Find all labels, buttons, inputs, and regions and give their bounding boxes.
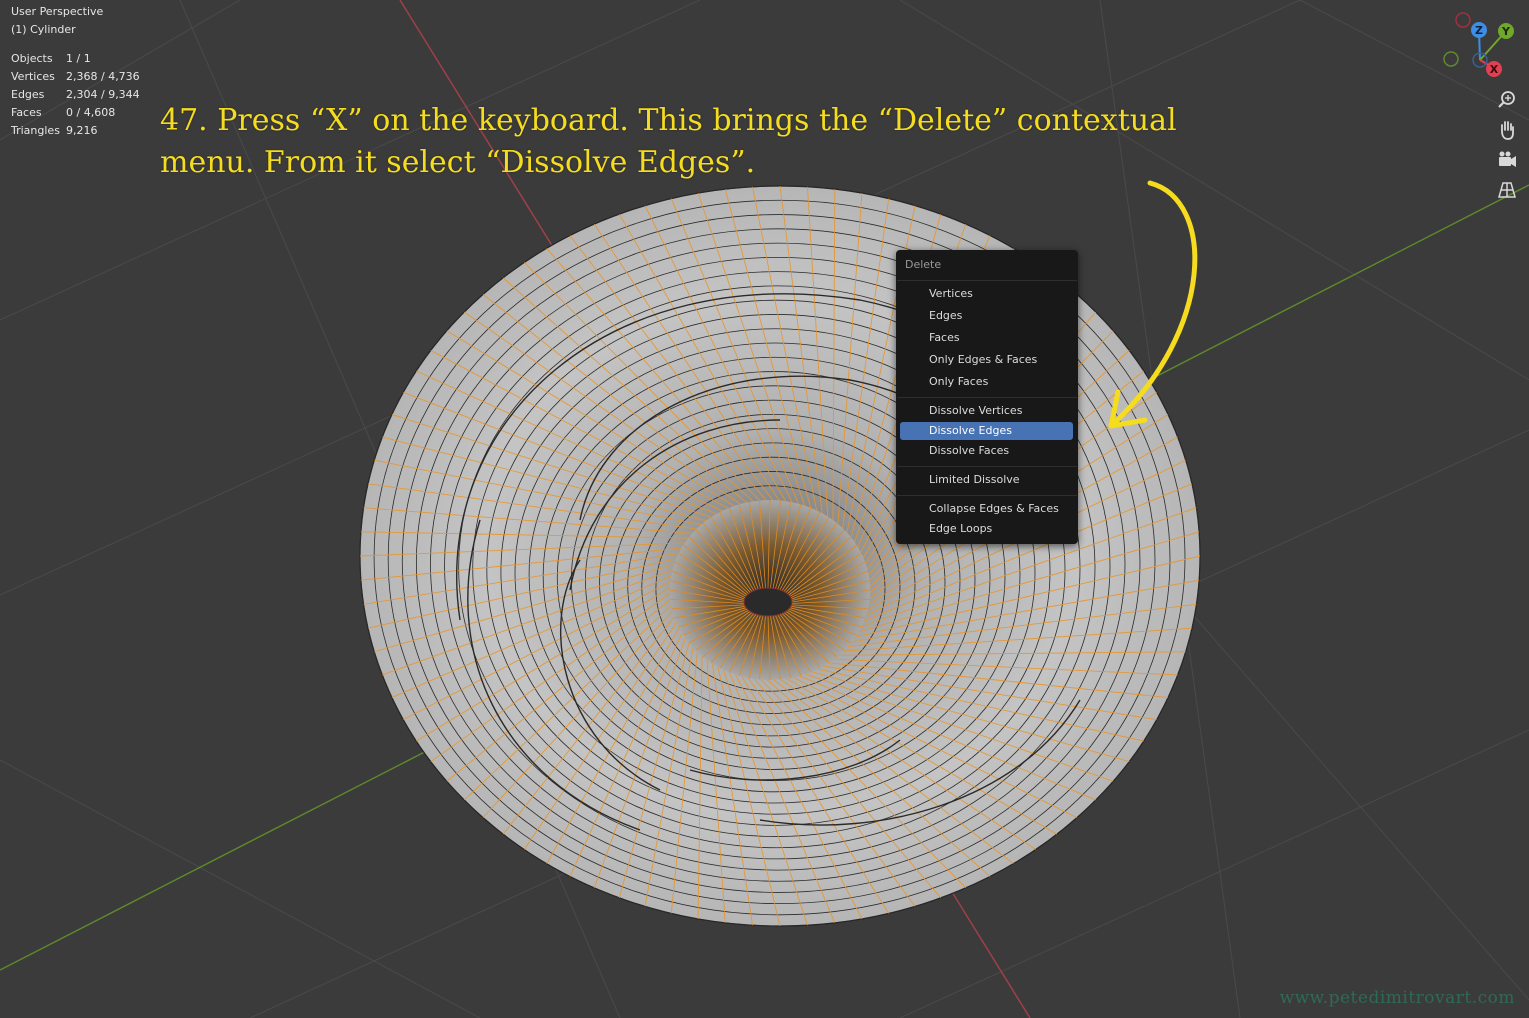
delete-context-menu[interactable]: Delete Vertices Edges Faces Only Edges &… — [896, 250, 1078, 544]
stat-row: Edges 2,304 / 9,344 — [11, 86, 140, 104]
menu-item-dissolve-vertices[interactable]: Dissolve Vertices — [900, 402, 1073, 420]
stat-row: Triangles 9,216 — [11, 122, 140, 140]
stat-value: 2,368 / 4,736 — [66, 70, 140, 83]
stat-value: 9,216 — [66, 124, 98, 137]
stat-value: 1 / 1 — [66, 52, 91, 65]
hand-pan-icon — [1501, 121, 1514, 140]
stat-row: Objects 1 / 1 — [11, 50, 140, 68]
stat-label: Objects — [11, 52, 53, 65]
stat-label: Triangles — [11, 124, 60, 137]
view-mode-label: User Perspective — [11, 5, 104, 18]
viewport-info: User Perspective (1) Cylinder — [11, 3, 103, 39]
menu-item-faces[interactable]: Faces — [900, 329, 1073, 347]
stat-row: Faces 0 / 4,608 — [11, 104, 140, 122]
neg-y-axis-handle[interactable] — [1443, 51, 1459, 67]
tutorial-line-2: menu. From it select “Dissolve Edges”. — [160, 145, 756, 180]
menu-separator — [897, 495, 1077, 496]
zoom-icon — [1498, 91, 1515, 108]
perspective-toggle-button[interactable] — [1493, 176, 1521, 204]
grid-perspective-icon — [1498, 182, 1516, 198]
tutorial-caption: 47. Press “X” on the keyboard. This brin… — [160, 100, 1220, 184]
menu-item-edges[interactable]: Edges — [900, 307, 1073, 325]
menu-separator — [897, 280, 1077, 281]
z-axis-label: Z — [1475, 24, 1483, 37]
axis-gizmo[interactable]: Z Y X — [1435, 8, 1525, 83]
menu-item-dissolve-edges[interactable]: Dissolve Edges — [900, 422, 1073, 440]
active-object-label: (1) Cylinder — [11, 23, 76, 36]
pan-button[interactable] — [1493, 116, 1521, 144]
x-axis-label: X — [1490, 63, 1499, 76]
watermark: www.petedimitrovart.com — [1279, 988, 1515, 1008]
stat-value: 2,304 / 9,344 — [66, 88, 140, 101]
menu-item-only-edges-faces[interactable]: Only Edges & Faces — [900, 351, 1073, 369]
stat-value: 0 / 4,608 — [66, 106, 116, 119]
stat-label: Faces — [11, 106, 42, 119]
3d-viewport[interactable]: User Perspective (1) Cylinder Objects 1 /… — [0, 0, 1529, 1018]
neg-x-axis-handle[interactable] — [1455, 12, 1471, 28]
menu-item-vertices[interactable]: Vertices — [900, 285, 1073, 303]
zoom-button[interactable] — [1493, 86, 1521, 114]
camera-view-button[interactable] — [1493, 146, 1521, 174]
menu-item-collapse-edges-faces[interactable]: Collapse Edges & Faces — [900, 500, 1073, 518]
menu-separator — [897, 466, 1077, 467]
tutorial-line-1: 47. Press “X” on the keyboard. This brin… — [160, 103, 1177, 138]
stat-row: Vertices 2,368 / 4,736 — [11, 68, 140, 86]
menu-item-dissolve-faces[interactable]: Dissolve Faces — [900, 442, 1073, 460]
menu-separator — [897, 397, 1077, 398]
menu-item-only-faces[interactable]: Only Faces — [900, 373, 1073, 391]
menu-item-limited-dissolve[interactable]: Limited Dissolve — [900, 471, 1073, 489]
stat-label: Edges — [11, 88, 45, 101]
menu-item-edge-loops[interactable]: Edge Loops — [900, 520, 1073, 538]
scene-statistics: Objects 1 / 1 Vertices 2,368 / 4,736 Edges 2,… — [11, 50, 140, 140]
camera-icon — [1499, 151, 1516, 167]
y-axis-label: Y — [1501, 25, 1511, 38]
stat-label: Vertices — [11, 70, 55, 83]
menu-title: Delete — [905, 258, 942, 271]
